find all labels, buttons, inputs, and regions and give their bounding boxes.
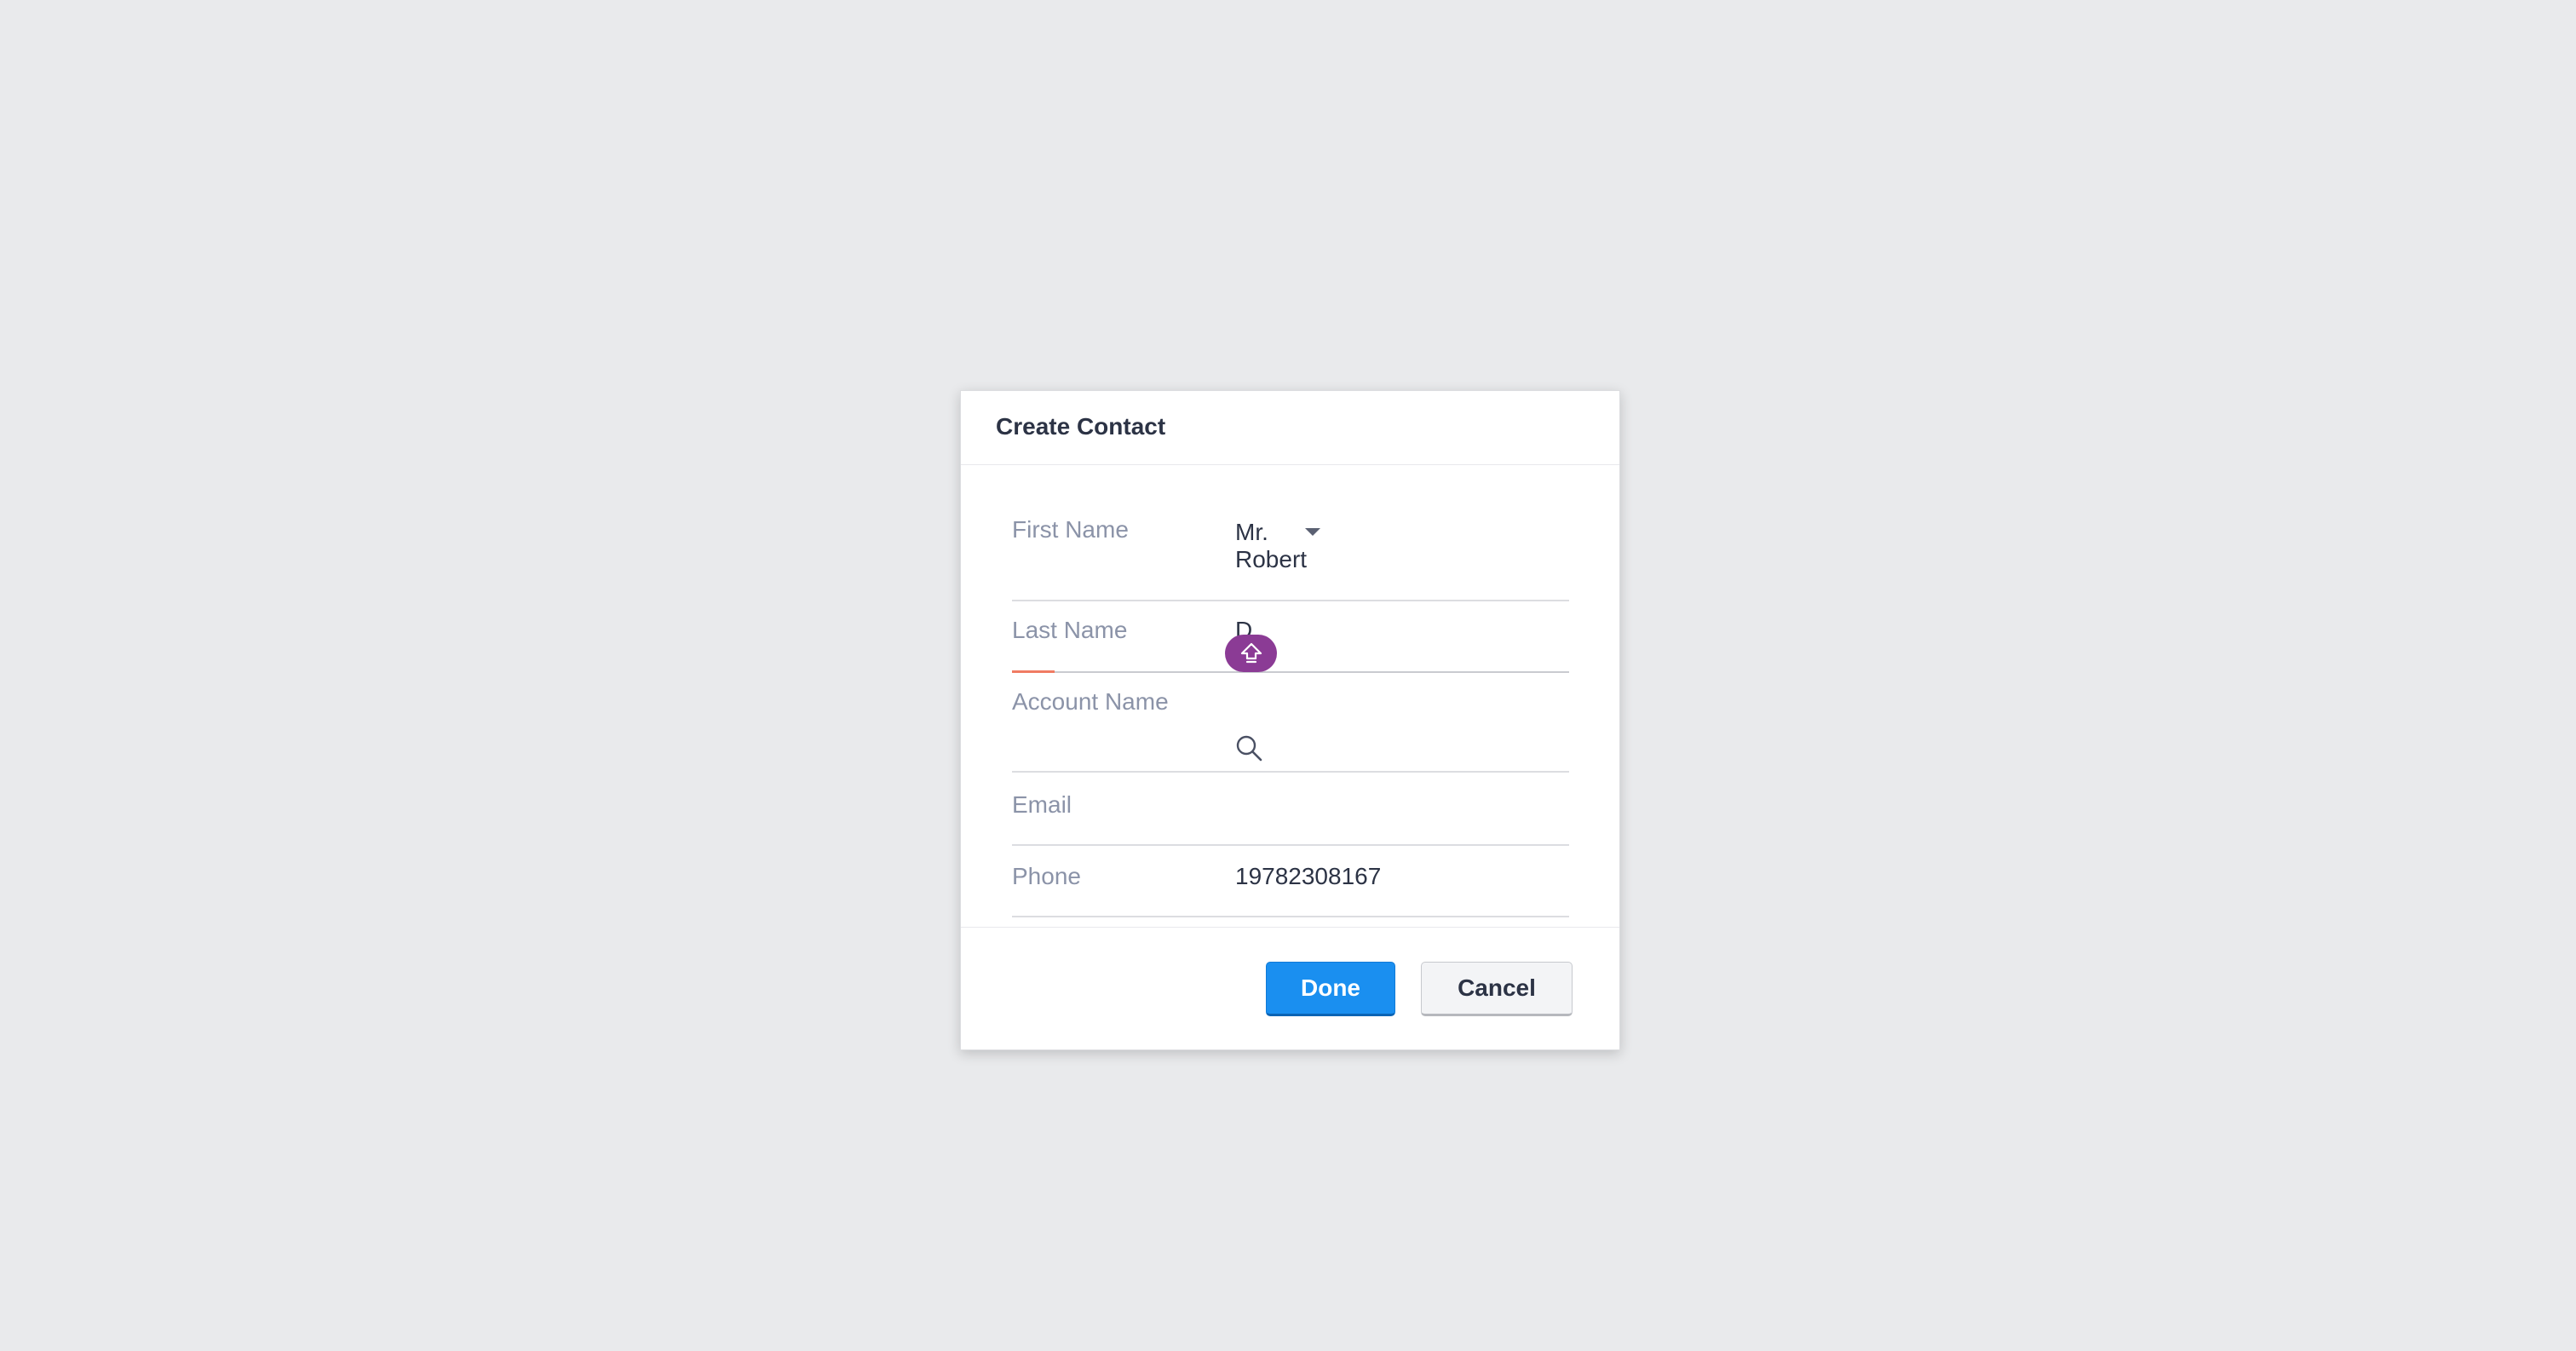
create-contact-dialog: Create Contact First Name Mr. Robert Las… <box>960 390 1620 1050</box>
dialog-header: Create Contact <box>961 391 1619 465</box>
account-name-label: Account Name <box>1012 688 1169 715</box>
phone-input[interactable]: 19782308167 <box>1235 863 1381 890</box>
first-name-label: First Name <box>1012 516 1129 543</box>
dialog-title: Create Contact <box>996 413 1166 440</box>
done-button[interactable]: Done <box>1266 962 1395 1016</box>
phone-label: Phone <box>1012 863 1081 889</box>
search-icon[interactable] <box>1234 733 1263 762</box>
shift-arrow-icon <box>1240 642 1262 664</box>
cancel-button[interactable]: Cancel <box>1421 962 1573 1016</box>
autocomplete-bubble[interactable] <box>1225 635 1277 672</box>
account-name-row: Account Name <box>1012 673 1569 773</box>
email-row: Email <box>1012 773 1569 846</box>
phone-row: Phone 19782308167 <box>1012 846 1569 917</box>
chevron-down-icon[interactable] <box>1305 528 1320 536</box>
first-name-input[interactable]: Robert <box>1235 546 1307 573</box>
last-name-row: Last Name D <box>1012 601 1569 673</box>
email-label: Email <box>1012 791 1072 818</box>
salutation-select[interactable]: Mr. <box>1235 519 1268 546</box>
first-name-row: First Name Mr. Robert <box>1012 497 1569 601</box>
last-name-label: Last Name <box>1012 617 1128 643</box>
dialog-footer: Done Cancel <box>961 927 1619 1050</box>
